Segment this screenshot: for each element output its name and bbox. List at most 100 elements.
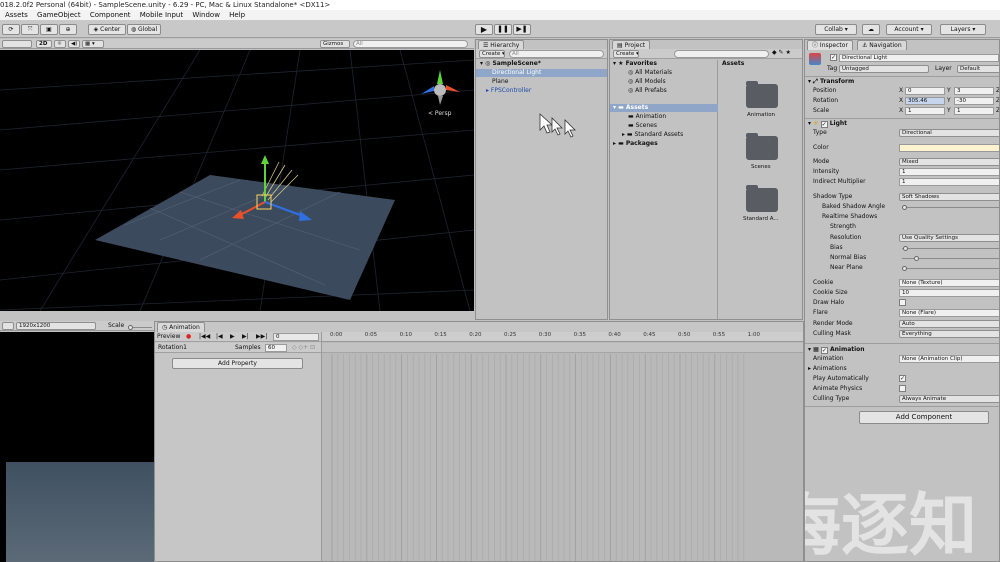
navigation-tab[interactable]: ⚓ Navigation (857, 40, 907, 50)
pause-button[interactable]: ❚❚ (494, 24, 512, 35)
cloud-icon[interactable]: ☁ (862, 24, 880, 35)
menu-assets[interactable]: Assets (5, 11, 28, 19)
animate-physics-checkbox[interactable] (899, 385, 906, 392)
position-y-field[interactable]: 3 (954, 87, 994, 95)
resolution-dropdown[interactable]: 1920x1200 (16, 322, 96, 330)
menu-mobile-input[interactable]: Mobile Input (140, 11, 183, 19)
animation-component-header[interactable]: ▾ ▦ ✓ Animation (808, 346, 865, 354)
menu-component[interactable]: Component (90, 11, 131, 19)
hierarchy-item-fpscontroller[interactable]: ▸ FPSController (486, 87, 531, 95)
hierarchy-item-directional-light[interactable]: Directional Light (492, 69, 541, 77)
hierarchy-create-button[interactable]: Create ▾ (479, 50, 505, 58)
flare-field[interactable]: None (Flare) (899, 309, 999, 317)
layers-dropdown[interactable]: Layers ▾ (940, 24, 986, 35)
favorite-all-materials[interactable]: ◎ All Materials (628, 69, 672, 77)
scene-view[interactable]: < Persp (0, 50, 474, 311)
rotation-y-field[interactable]: -30 (954, 97, 994, 105)
event-lane[interactable] (322, 343, 803, 353)
timeline-ruler[interactable] (322, 332, 803, 342)
account-dropdown[interactable]: Account ▾ (886, 24, 932, 35)
bias-knob[interactable] (903, 246, 908, 251)
intensity-field[interactable]: 1 (899, 168, 999, 176)
light-mode-dropdown[interactable]: Mixed (899, 158, 999, 166)
rect-tool-icon[interactable]: ▣ (40, 24, 58, 35)
record-icon[interactable]: ● (186, 333, 191, 341)
light-color-swatch[interactable] (899, 144, 999, 152)
rotate-tool-icon[interactable]: ⟳ (2, 24, 20, 35)
assets-folder-item[interactable]: ▾ ▬ Assets (613, 104, 648, 112)
folder-animation[interactable]: ▬ Animation (628, 113, 666, 121)
grid-folder-animation-icon[interactable] (746, 81, 778, 108)
scene-search-input[interactable]: All (353, 40, 468, 48)
folder-standard-assets[interactable]: ▸ ▬ Standard Assets (622, 131, 683, 139)
animations-list-header[interactable]: ▸ Animations (808, 365, 847, 373)
menu-window[interactable]: Window (192, 11, 220, 19)
animation-clip-field[interactable]: None (Animation Clip) (899, 355, 999, 363)
resolution-dropdown[interactable]: Use Quality Settings (899, 234, 999, 242)
menu-gameobject[interactable]: GameObject (37, 11, 81, 19)
audio-toggle-icon[interactable]: ◀) (68, 40, 80, 48)
shadow-type-dropdown[interactable]: Soft Shadows (899, 193, 999, 201)
scale-slider-knob[interactable] (128, 325, 133, 330)
gameobject-active-checkbox[interactable]: ✓ (830, 54, 837, 61)
preview-button[interactable]: Preview (157, 333, 180, 341)
last-key-icon[interactable]: ▶▶| (256, 333, 267, 341)
play-animation-icon[interactable]: ▶ (230, 333, 235, 341)
draw-halo-checkbox[interactable] (899, 299, 906, 306)
rotation-x-field[interactable]: 305.46 (905, 97, 945, 105)
animation-enabled-checkbox[interactable]: ✓ (820, 347, 828, 354)
grid-folder-scenes-icon[interactable] (746, 133, 778, 160)
step-button[interactable]: ▶❚ (513, 24, 531, 35)
tag-dropdown[interactable]: Untagged (839, 65, 929, 73)
culling-mask-dropdown[interactable]: Everything (899, 330, 999, 338)
favorites-item[interactable]: ▾ ★ Favorites (613, 60, 657, 68)
scene-root-item[interactable]: ▾ ◎ SampleScene* (480, 60, 541, 68)
transform-header[interactable]: ▾ ⤢ Transform (808, 78, 854, 86)
effects-dropdown[interactable]: ▦ ▾ (82, 40, 104, 48)
game-view[interactable] (0, 332, 154, 562)
hierarchy-item-plane[interactable]: Plane (492, 78, 508, 86)
add-property-button[interactable]: Add Property (172, 358, 303, 369)
cookie-field[interactable]: None (Texture) (899, 279, 999, 287)
clip-dropdown[interactable]: Rotation1 (158, 344, 187, 352)
folder-scenes[interactable]: ▬ Scenes (628, 122, 657, 130)
transform-tool-icon[interactable]: ⊕ (59, 24, 77, 35)
hierarchy-search-input[interactable]: All (509, 50, 604, 58)
indirect-multiplier-field[interactable]: 1 (899, 178, 999, 186)
project-search-input[interactable] (674, 50, 769, 58)
near-plane-knob[interactable] (902, 266, 907, 271)
keyframe-buttons[interactable]: ◇ ◇+ ⊡ (292, 344, 315, 352)
next-key-icon[interactable]: ▶| (242, 333, 249, 341)
first-key-icon[interactable]: |◀◀ (199, 333, 210, 341)
light-header[interactable]: ▾ ☀ ✓ Light (808, 120, 847, 128)
assets-breadcrumb[interactable]: Assets (722, 60, 744, 68)
animation-tab[interactable]: ◷ Animation (157, 322, 205, 332)
play-button[interactable]: ▶ (475, 24, 493, 35)
light-type-dropdown[interactable]: Directional (899, 129, 999, 137)
position-x-field[interactable]: 0 (905, 87, 945, 95)
project-filter-icons[interactable]: ◆ ✎ ★ (772, 49, 791, 57)
culling-type-dropdown[interactable]: Always Animate (899, 395, 999, 403)
normal-bias-slider[interactable] (902, 256, 999, 261)
scale-slider[interactable] (128, 325, 152, 330)
gameobject-name-field[interactable]: Directional Light (839, 54, 999, 62)
display-dropdown[interactable] (2, 322, 14, 330)
add-component-button[interactable]: Add Component (859, 411, 989, 424)
bias-slider[interactable] (902, 246, 999, 251)
scale-y-field[interactable]: 1 (954, 107, 994, 115)
favorite-all-prefabs[interactable]: ◎ All Prefabs (628, 87, 667, 95)
layer-dropdown[interactable]: Default (957, 65, 999, 73)
gizmos-dropdown[interactable]: Gizmos (320, 40, 350, 48)
cookie-size-field[interactable]: 10 (899, 289, 999, 297)
scale-tool-icon[interactable]: ⤧ (21, 24, 39, 35)
render-mode-dropdown[interactable]: Auto (899, 320, 999, 328)
scale-x-field[interactable]: 1 (905, 107, 945, 115)
prev-key-icon[interactable]: |◀ (216, 333, 223, 341)
grid-folder-standard-assets-icon[interactable] (746, 185, 778, 212)
collab-button[interactable]: Collab ▾ (815, 24, 857, 35)
dopesheet-area[interactable]: 0:00 0:05 0:10 0:15 0:20 0:25 0:30 0:35 0:40 0:45… (321, 332, 803, 561)
persp-label[interactable]: < Persp (428, 110, 451, 118)
normal-bias-knob[interactable] (914, 256, 919, 261)
play-automatically-checkbox[interactable]: ✓ (899, 375, 906, 382)
pivot-global-button[interactable]: ◍ Global (127, 24, 161, 35)
